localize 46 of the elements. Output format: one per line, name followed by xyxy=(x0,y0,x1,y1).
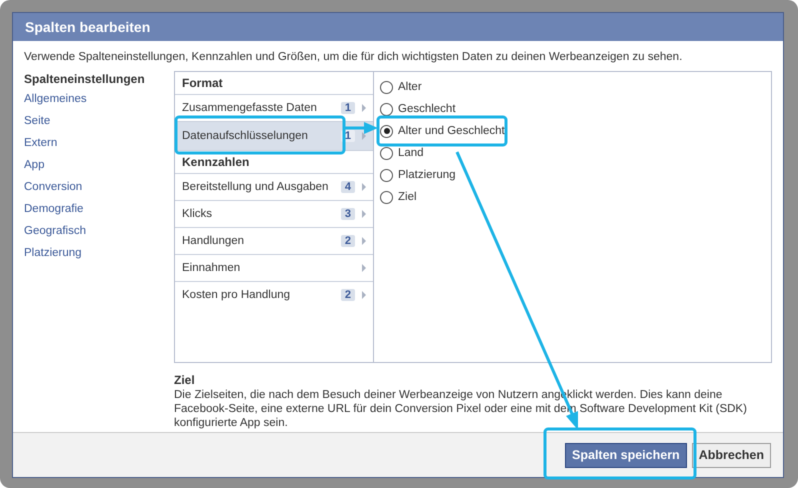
sidebar-link[interactable]: App xyxy=(24,159,174,181)
sidebar-link[interactable]: Demografie xyxy=(24,203,174,225)
count-badge: 1 xyxy=(340,102,355,114)
save-button[interactable]: Spalten speichern xyxy=(565,442,687,468)
chevron-icon xyxy=(361,132,367,140)
radio-option[interactable]: Platzierung xyxy=(380,164,765,186)
sidebar-link[interactable]: Allgemeines xyxy=(24,93,174,115)
category-item[interactable]: Datenaufschlüsselungen 1 xyxy=(175,121,373,150)
sidebar-link[interactable]: Geografisch xyxy=(24,225,174,247)
category-item[interactable]: Kosten pro Handlung 2 xyxy=(175,281,373,308)
radio-option[interactable]: Alter xyxy=(380,76,765,98)
sidebar-heading: Spalteneinstellungen xyxy=(24,72,146,86)
chevron-icon xyxy=(361,183,367,191)
radio-button[interactable] xyxy=(380,80,393,94)
category-item[interactable]: Handlungen 2 xyxy=(175,227,373,254)
sidebar-link[interactable]: Platzierung xyxy=(24,247,174,269)
category-item[interactable]: Bereitstellung und Ausgaben 4 xyxy=(175,173,373,200)
radio-button[interactable] xyxy=(380,124,393,138)
radio-option[interactable]: Land xyxy=(380,142,765,164)
chevron-icon xyxy=(361,264,367,272)
intro-text: Verwende Spalteneinstellungen, Kennzahlen und Größen, um die für dich wichtigsten Daten zu deinen Werbeanzeigen zu sehen. xyxy=(24,51,684,63)
sidebar-link[interactable]: Conversion xyxy=(24,181,174,203)
section-heading: Format xyxy=(181,75,224,92)
radio-button[interactable] xyxy=(380,146,393,160)
radio-button[interactable] xyxy=(380,190,393,204)
dialog-title: Spalten bearbeiten xyxy=(25,19,150,35)
chevron-icon xyxy=(361,291,367,299)
category-item[interactable]: Klicks 3 xyxy=(175,200,373,227)
chevron-icon xyxy=(361,104,367,112)
radio-option[interactable]: Geschlecht xyxy=(380,98,765,120)
count-badge: 4 xyxy=(340,181,355,193)
sidebar-link[interactable]: Seite xyxy=(24,115,174,137)
count-badge: 3 xyxy=(340,208,355,220)
radio-option[interactable]: Ziel xyxy=(380,186,765,208)
section-heading: Kennzahlen xyxy=(175,150,373,173)
sidebar-link[interactable]: Extern xyxy=(24,137,174,159)
radio-option[interactable]: Alter und Geschlecht xyxy=(380,120,765,142)
detail-heading: Ziel xyxy=(174,373,196,387)
radio-button[interactable] xyxy=(380,102,393,116)
count-badge: 2 xyxy=(340,235,355,247)
chevron-icon xyxy=(361,237,367,245)
cancel-button[interactable]: Abbrechen xyxy=(692,442,771,468)
chevron-icon xyxy=(361,210,367,218)
radio-button[interactable] xyxy=(380,168,393,182)
count-badge: 2 xyxy=(340,289,355,301)
category-item[interactable]: Einnahmen xyxy=(175,254,373,281)
